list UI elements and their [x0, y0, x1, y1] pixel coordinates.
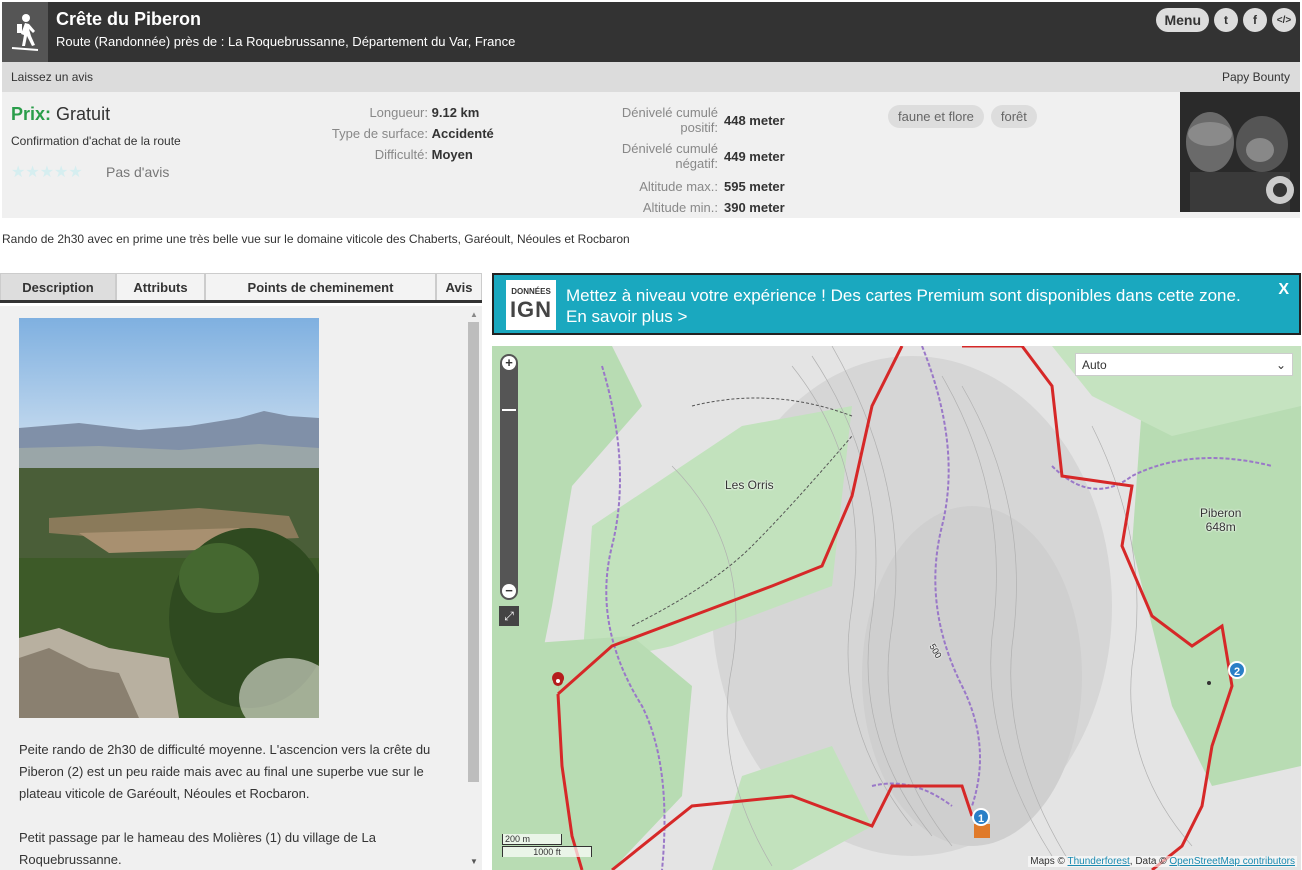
gain-value: 448 meter	[724, 113, 785, 128]
tag-list: faune et flore forêt	[888, 105, 1037, 128]
waypoint-2-marker[interactable]: 2	[1228, 661, 1246, 679]
chevron-down-icon: ⌄	[1275, 357, 1286, 372]
author-avatar[interactable]	[1180, 92, 1300, 212]
loss-label-line2: négatif:	[675, 156, 718, 171]
description-text: Peite rando de 2h30 de difficulté moyenn…	[19, 739, 449, 870]
stats-column-2: Dénivelé cumulé positif: 448 meter Déniv…	[602, 105, 802, 219]
attribution-prefix: Maps ©	[1030, 856, 1065, 867]
gain-label-line2: positif:	[680, 120, 718, 135]
ign-logo-bottom: IGN	[509, 297, 553, 322]
map-canvas[interactable]	[492, 346, 1301, 870]
waypoint-1-marker[interactable]: 1	[972, 808, 990, 826]
facebook-icon[interactable]: f	[1243, 8, 1267, 32]
surface-value: Accidenté	[431, 126, 494, 141]
alt-min-value: 390 meter	[724, 200, 785, 215]
embed-code-icon[interactable]: </>	[1272, 8, 1296, 32]
close-icon[interactable]: X	[1278, 281, 1289, 299]
stats-column-1: Longueur: 9.12 km Type de surface: Accid…	[328, 102, 494, 165]
scroll-up-icon[interactable]: ▲	[470, 310, 478, 319]
price-label: Prix:	[11, 104, 52, 124]
tag-faune-et-flore[interactable]: faune et flore	[888, 105, 984, 128]
price: Prix: Gratuit	[11, 104, 110, 125]
description-paragraph-1: Peite rando de 2h30 de difficulté moyenn…	[19, 742, 431, 801]
map-label-piberon-alt: 648m	[1205, 520, 1236, 534]
route-info-panel: Prix: Gratuit Confirmation d'achat de la…	[2, 92, 1300, 218]
attribution-mid: , Data ©	[1129, 856, 1167, 867]
route-map[interactable]: Les Orris Piberon 648m 500 2 1 Auto ⌄ + …	[492, 346, 1301, 870]
rating-stars[interactable]: ★★★★★	[11, 162, 83, 182]
surface-label: Type de surface:	[331, 126, 428, 141]
header-actions: Menu t f </>	[1156, 8, 1296, 32]
twitter-icon[interactable]: t	[1214, 8, 1238, 32]
page-subtitle: Route (Randonnée) près de : La Roquebrus…	[56, 34, 516, 49]
scale-imperial: 1000 ft	[502, 846, 592, 857]
page-header: Crête du Piberon Route (Randonnée) près …	[2, 2, 1300, 62]
price-value: Gratuit	[56, 104, 111, 124]
route-summary: Rando de 2h30 avec en prime une très bel…	[2, 232, 630, 246]
ign-logo: DONNÉES IGN	[506, 280, 556, 330]
length-label: Longueur:	[369, 105, 428, 120]
zoom-level-indicator[interactable]	[502, 409, 516, 411]
sub-bar: Laissez un avis Papy Bounty	[2, 62, 1300, 92]
tab-bar: Description Attributs Points de cheminem…	[0, 273, 482, 303]
no-reviews-text: Pas d'avis	[106, 164, 170, 180]
map-label-piberon: Piberon 648m	[1200, 506, 1241, 534]
scroll-thumb[interactable]	[468, 322, 479, 782]
map-attribution: Maps © Thunderforest, Data © OpenStreetM…	[1028, 856, 1297, 867]
banner-text[interactable]: Mettez à niveau votre expérience ! Des c…	[566, 285, 1256, 327]
scale-metric: 200 m	[502, 834, 562, 845]
map-label-piberon-name: Piberon	[1200, 506, 1242, 520]
hiker-icon	[2, 2, 48, 62]
fullscreen-icon[interactable]: ⤢	[499, 606, 519, 626]
difficulty-label: Difficulté:	[374, 147, 428, 162]
length-value: 9.12 km	[431, 105, 480, 120]
loss-value: 449 meter	[724, 149, 785, 164]
route-photo[interactable]	[19, 318, 319, 718]
tag-foret[interactable]: forêt	[990, 105, 1037, 128]
description-panel: Peite rando de 2h30 de difficulté moyenn…	[0, 306, 482, 870]
tab-description[interactable]: Description	[0, 273, 116, 300]
purchase-confirmation-link[interactable]: Confirmation d'achat de la route	[11, 134, 181, 148]
map-layer-select[interactable]: Auto ⌄	[1075, 353, 1293, 376]
difficulty-value: Moyen	[431, 147, 473, 162]
map-layer-value: Auto	[1082, 357, 1107, 372]
scroll-down-icon[interactable]: ▼	[470, 857, 478, 866]
premium-maps-banner[interactable]: DONNÉES IGN Mettez à niveau votre expéri…	[492, 273, 1301, 335]
alt-min-label: Altitude min.:	[642, 200, 718, 215]
zoom-out-button[interactable]: −	[502, 584, 516, 598]
alt-max-label: Altitude max.:	[639, 179, 718, 194]
zoom-in-button[interactable]: +	[502, 356, 516, 370]
map-label-les-orris: Les Orris	[725, 478, 774, 492]
tab-avis[interactable]: Avis	[436, 273, 482, 300]
tab-attributs[interactable]: Attributs	[116, 273, 205, 300]
menu-button[interactable]: Menu	[1156, 8, 1209, 32]
ign-logo-top: DONNÉES	[511, 287, 551, 296]
description-paragraph-2: Petit passage par le hameau des Molières…	[19, 830, 376, 867]
thunderforest-link[interactable]: Thunderforest	[1068, 856, 1130, 867]
alt-max-value: 595 meter	[724, 179, 785, 194]
leave-review-link[interactable]: Laissez un avis	[11, 70, 93, 84]
osm-link[interactable]: OpenStreetMap contributors	[1169, 856, 1295, 867]
map-scale: 200 m 1000 ft	[502, 834, 592, 857]
loss-label-line1: Dénivelé cumulé	[621, 141, 718, 156]
gain-label-line1: Dénivelé cumulé	[621, 105, 718, 120]
description-scrollbar[interactable]: ▲ ▼	[467, 306, 480, 870]
page-title: Crête du Piberon	[56, 9, 202, 29]
tab-points-de-cheminement[interactable]: Points de cheminement	[205, 273, 436, 300]
zoom-slider[interactable]: + −	[500, 354, 518, 600]
author-link[interactable]: Papy Bounty	[1222, 70, 1290, 84]
